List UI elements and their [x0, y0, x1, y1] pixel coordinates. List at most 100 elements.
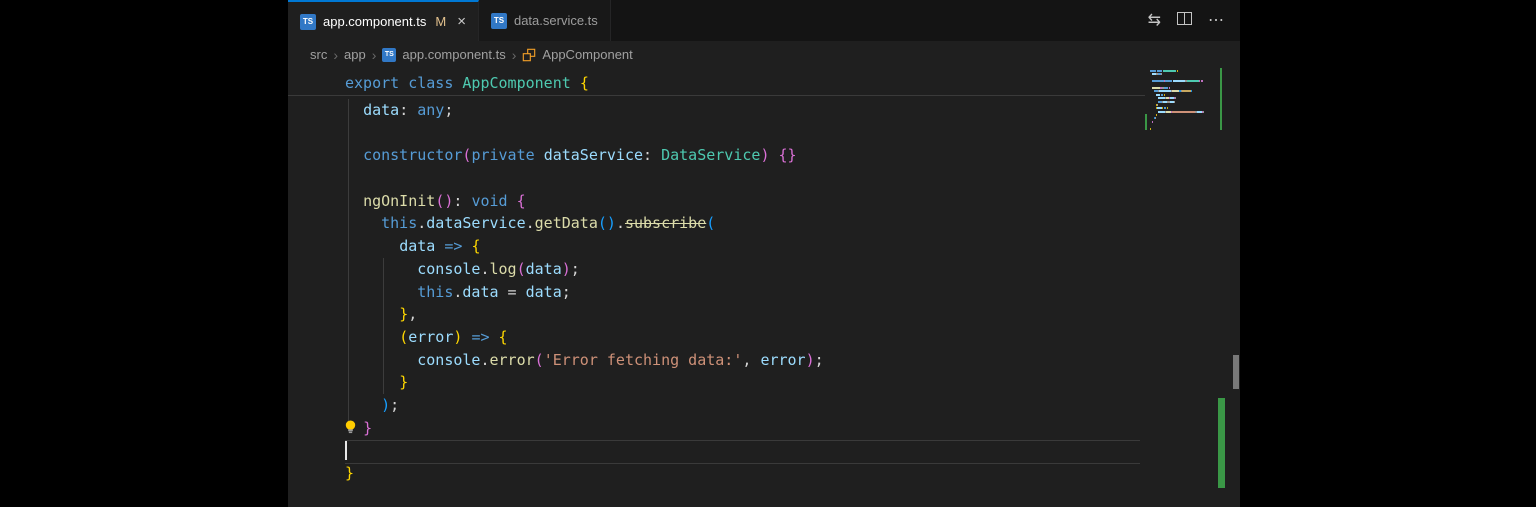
scrollbar-thumb[interactable]	[1233, 355, 1239, 389]
indent-guide	[348, 99, 349, 429]
tab-bar: TS app.component.ts M × TS data.service.…	[288, 0, 1240, 41]
tab-data-service[interactable]: TS data.service.ts	[478, 0, 611, 41]
code-token: =>	[471, 327, 490, 346]
minimap-line	[1150, 73, 1203, 76]
minimap-line	[1150, 84, 1203, 86]
code-token: .	[525, 214, 535, 233]
minimap-line	[1150, 127, 1203, 130]
code-token: =>	[444, 237, 463, 256]
lightbulb-icon[interactable]	[343, 419, 358, 439]
code-token: ;	[814, 350, 824, 369]
code-token: }	[345, 464, 355, 482]
typescript-file-icon: TS	[490, 12, 507, 29]
breadcrumb: src › app › TS app.component.ts › AppCom…	[288, 41, 1240, 68]
code-token: data	[525, 282, 562, 301]
minimap-line	[1150, 93, 1203, 96]
code-line[interactable]: this.dataService.getData().subscribe(	[288, 212, 1145, 235]
code-token: }	[399, 373, 409, 392]
code-token: {}	[778, 146, 797, 165]
code-token: data	[399, 237, 436, 256]
more-actions-icon[interactable]: ⋯	[1208, 12, 1224, 29]
code-token: class	[408, 74, 454, 92]
breadcrumb-item-src[interactable]: src	[310, 47, 327, 62]
code-line[interactable]	[288, 439, 1145, 462]
minimap-line	[1150, 86, 1203, 89]
chevron-right-icon: ›	[333, 46, 339, 63]
code-token: export	[345, 74, 400, 92]
code-line[interactable]: constructor(private dataService: DataSer…	[288, 144, 1145, 167]
code-token: error	[760, 350, 806, 369]
code-line[interactable]: data => {	[288, 235, 1145, 258]
tab-label: app.component.ts	[323, 14, 427, 29]
code-token: ,	[408, 305, 418, 324]
minimap-line	[1150, 110, 1204, 113]
minimap-line	[1150, 107, 1203, 110]
code-token: constructor	[363, 146, 463, 165]
code-token: void	[471, 191, 508, 210]
minimap-content	[1150, 70, 1204, 131]
code-area[interactable]: data: any; constructor(private dataServi…	[288, 68, 1240, 507]
chevron-right-icon: ›	[371, 46, 377, 63]
sticky-scroll-line[interactable]: export class AppComponent {	[288, 71, 1145, 96]
code-token: .	[480, 259, 490, 278]
tab-app-component[interactable]: TS app.component.ts M ×	[288, 0, 479, 41]
code-token: }	[399, 305, 409, 324]
code-token: (	[706, 214, 716, 233]
code-token: {	[516, 191, 526, 210]
breadcrumb-item-app[interactable]: app	[344, 47, 366, 62]
code-token: data	[525, 259, 562, 278]
code-token: {	[471, 237, 481, 256]
code-line[interactable]	[288, 167, 1145, 190]
close-icon[interactable]: ×	[457, 14, 466, 29]
code-line[interactable]: console.error('Error fetching data:', er…	[288, 349, 1145, 372]
code-line[interactable]: ngOnInit(): void {	[288, 190, 1145, 213]
typescript-file-icon: TS	[382, 47, 397, 62]
minimap-added-indicator	[1145, 114, 1147, 130]
code-lines: data: any; constructor(private dataServi…	[288, 99, 1145, 485]
code-token: )	[606, 214, 616, 233]
text-cursor	[345, 441, 347, 460]
code-line[interactable]: },	[288, 303, 1145, 326]
code-token: AppComponent	[462, 74, 571, 92]
code-line[interactable]: }	[288, 417, 1145, 440]
code-token: (	[597, 214, 607, 233]
code-token: data	[462, 282, 499, 301]
code-line[interactable]: );	[288, 394, 1145, 417]
code-token: (	[399, 327, 409, 346]
code-line[interactable]: }	[288, 462, 1145, 485]
code-line[interactable]	[288, 122, 1145, 145]
code-token: dataService	[543, 146, 644, 165]
code-line[interactable]: data: any;	[288, 99, 1145, 122]
minimap-line	[1150, 80, 1203, 83]
code-token: data	[363, 101, 400, 119]
minimap-line	[1150, 100, 1203, 103]
code-line[interactable]: console.log(data);	[288, 258, 1145, 281]
code-token: any	[417, 101, 445, 119]
overview-ruler-added-bottom	[1218, 398, 1225, 488]
split-editor-icon[interactable]	[1177, 12, 1192, 29]
minimap[interactable]	[1145, 68, 1207, 198]
vscode-editor-window: TS app.component.ts M × TS data.service.…	[288, 0, 1240, 507]
code-token: :	[399, 101, 418, 119]
code-token: private	[471, 146, 535, 165]
code-token: log	[489, 259, 517, 278]
code-token: error	[489, 350, 535, 369]
code-line[interactable]: }	[288, 371, 1145, 394]
minimap-line	[1150, 120, 1203, 123]
code-token: getData	[534, 214, 598, 233]
code-line[interactable]: this.data = data;	[288, 281, 1145, 304]
open-changes-icon[interactable]: ⇆	[1148, 12, 1161, 29]
code-token: =	[498, 282, 526, 301]
code-token: {	[498, 327, 508, 346]
minimap-line	[1150, 124, 1203, 126]
breadcrumb-item-symbol[interactable]: AppComponent	[542, 47, 632, 62]
breadcrumb-item-file[interactable]: app.component.ts	[402, 47, 505, 62]
code-line[interactable]: (error) => {	[288, 326, 1145, 349]
